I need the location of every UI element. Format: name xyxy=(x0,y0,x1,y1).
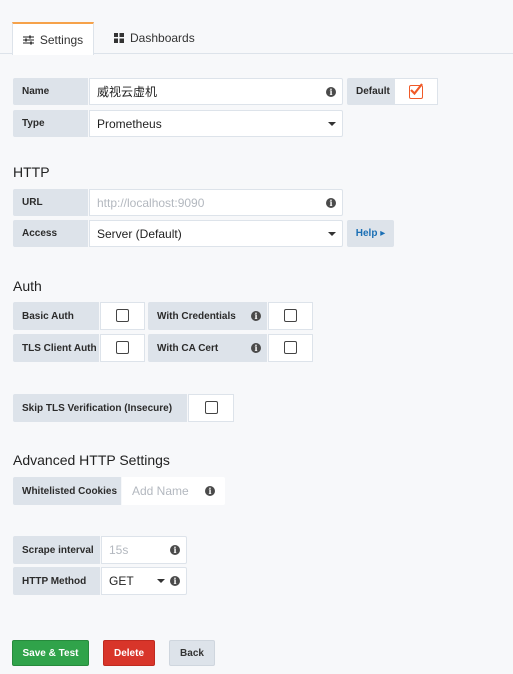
save-test-button[interactable]: Save & Test xyxy=(12,640,89,666)
chevron-down-icon xyxy=(328,122,336,126)
tls-client-auth-checkbox-wrap[interactable] xyxy=(100,334,145,362)
url-placeholder: http://localhost:9090 xyxy=(97,195,205,210)
chevron-down-icon xyxy=(328,232,336,236)
tls-client-auth-label: TLS Client Auth xyxy=(13,334,99,362)
info-icon[interactable]: i xyxy=(170,545,180,555)
basic-auth-checkbox-wrap[interactable] xyxy=(100,302,145,330)
basic-auth-label: Basic Auth xyxy=(13,302,99,330)
tab-dashboards-label: Dashboards xyxy=(130,31,195,45)
whitelisted-cookies-label: Whitelisted Cookies xyxy=(13,477,121,505)
http-method-label: HTTP Method xyxy=(13,567,100,595)
auth-section-title: Auth xyxy=(13,278,42,294)
default-checkbox-wrap[interactable] xyxy=(394,78,438,105)
http-method-value: GET xyxy=(109,574,134,588)
scrape-interval-placeholder: 15s xyxy=(109,543,129,557)
type-label: Type xyxy=(13,110,88,137)
access-select[interactable]: Server (Default) xyxy=(89,220,343,247)
scrape-interval-label: Scrape interval xyxy=(13,536,100,564)
skip-tls-checkbox[interactable] xyxy=(205,401,218,414)
name-input[interactable]: 威视云虚机 xyxy=(89,78,343,105)
help-button[interactable]: Help ▸ xyxy=(347,220,394,247)
url-input[interactable]: http://localhost:9090 xyxy=(89,189,343,216)
with-ca-cert-checkbox-wrap[interactable] xyxy=(268,334,313,362)
info-icon[interactable]: i xyxy=(251,343,261,353)
skip-tls-label: Skip TLS Verification (Insecure) xyxy=(13,394,187,422)
chevron-down-icon xyxy=(157,579,165,583)
skip-tls-checkbox-wrap[interactable] xyxy=(188,394,234,422)
info-icon[interactable]: i xyxy=(251,311,261,321)
tab-settings-label: Settings xyxy=(39,32,84,47)
type-select[interactable]: Prometheus xyxy=(89,110,343,137)
info-icon[interactable]: i xyxy=(326,87,336,97)
with-credentials-checkbox-wrap[interactable] xyxy=(268,302,313,330)
grid-icon xyxy=(114,33,124,43)
with-credentials-checkbox[interactable] xyxy=(284,309,297,322)
access-label: Access xyxy=(13,220,88,247)
cookies-placeholder: Add Name xyxy=(132,484,189,498)
with-credentials-label: With Credentials xyxy=(148,302,267,330)
with-ca-cert-checkbox[interactable] xyxy=(284,341,297,354)
sliders-icon xyxy=(22,35,34,45)
info-icon[interactable]: i xyxy=(205,486,215,496)
tab-bar: Settings Dashboards xyxy=(0,0,513,55)
default-label: Default xyxy=(347,78,394,105)
back-button[interactable]: Back xyxy=(169,640,215,666)
default-checkbox[interactable] xyxy=(409,83,423,99)
advanced-section-title: Advanced HTTP Settings xyxy=(13,452,170,468)
http-section-title: HTTP xyxy=(13,164,50,180)
tab-dashboards[interactable]: Dashboards xyxy=(114,22,195,54)
info-icon[interactable]: i xyxy=(326,198,336,208)
name-value: 威视云虚机 xyxy=(97,85,158,99)
tab-settings[interactable]: Settings xyxy=(12,22,94,55)
info-icon[interactable]: i xyxy=(170,576,180,586)
url-label: URL xyxy=(13,189,88,216)
name-label: Name xyxy=(13,78,88,105)
tls-client-auth-checkbox[interactable] xyxy=(116,341,129,354)
basic-auth-checkbox[interactable] xyxy=(116,309,129,322)
delete-button[interactable]: Delete xyxy=(103,640,155,666)
type-value: Prometheus xyxy=(97,116,162,131)
with-ca-cert-label: With CA Cert xyxy=(148,334,267,362)
access-value: Server (Default) xyxy=(97,226,182,241)
check-icon xyxy=(410,83,423,96)
